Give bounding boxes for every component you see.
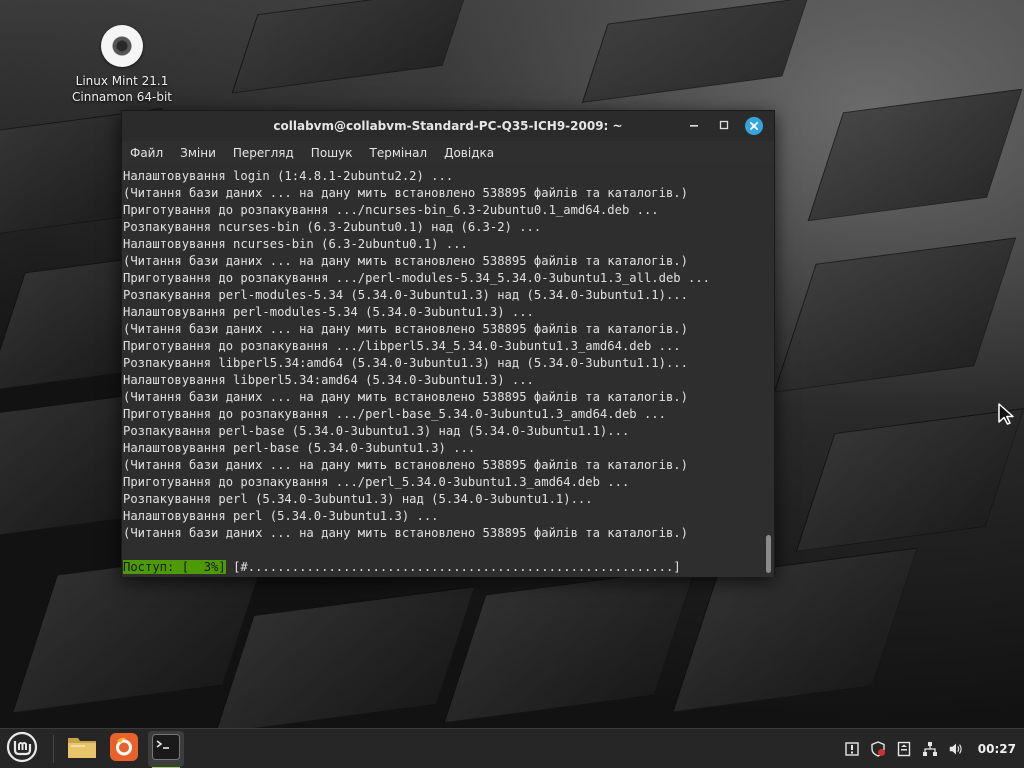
terminal-line: Налаштовування ncurses-bin (6.3-2ubuntu0… — [123, 237, 468, 251]
progress-label: Поступ: [ 3%] — [123, 560, 226, 574]
taskbar-separator — [53, 734, 54, 763]
terminal-line: Розпакування ncurses-bin (6.3-2ubuntu0.1… — [123, 220, 542, 234]
terminal-line: Приготування до розпакування .../perl-ba… — [123, 407, 666, 421]
terminal-line: Налаштовування libperl5.34:amd64 (5.34.0… — [123, 373, 534, 387]
terminal-line: Налаштовування perl-modules-5.34 (5.34.0… — [123, 305, 534, 319]
terminal-line: Налаштовування perl (5.34.0-3ubuntu1.3) … — [123, 509, 439, 523]
window-title: collabvm@collabvm-Standard-PC-Q35-ICH9-2… — [273, 119, 623, 133]
firefox-icon — [110, 732, 138, 765]
taskbar-app-firefox[interactable] — [106, 731, 142, 767]
menu-item-view[interactable]: Перегляд — [233, 146, 294, 160]
taskbar: 00:27 — [0, 728, 1024, 768]
desktop-icon-install-disc[interactable]: Linux Mint 21.1 Cinnamon 64-bit — [62, 22, 182, 105]
removable-drive-icon[interactable] — [896, 741, 912, 757]
scrollbar-thumb[interactable] — [766, 535, 771, 573]
terminal-line: (Читання бази даних ... на дану мить вст… — [123, 186, 688, 200]
start-menu-button[interactable] — [5, 731, 39, 767]
clock[interactable]: 00:27 — [978, 742, 1016, 756]
menu-item-edit[interactable]: Зміни — [180, 146, 216, 160]
close-button[interactable] — [742, 115, 766, 137]
progress-bar: [#......................................… — [225, 560, 681, 574]
terminal-line: Приготування до розпакування .../ncurses… — [123, 203, 659, 217]
terminal-line: Налаштовування perl-base (5.34.0-3ubuntu… — [123, 441, 476, 455]
linux-mint-logo-icon — [6, 731, 38, 767]
terminal-scrollbar[interactable] — [764, 165, 772, 577]
terminal-line: (Читання бази даних ... на дану мить вст… — [123, 458, 688, 472]
terminal-line: (Читання бази даних ... на дану мить вст… — [123, 322, 688, 336]
maximize-button[interactable] — [712, 115, 736, 137]
terminal-line: Розпакування libperl5.34:amd64 (5.34.0-3… — [123, 356, 688, 370]
window-controls — [682, 115, 766, 137]
taskbar-app-terminal[interactable] — [148, 730, 184, 768]
menu-item-terminal[interactable]: Термінал — [370, 146, 428, 160]
terminal-line: Приготування до розпакування .../perl-mo… — [123, 271, 710, 285]
terminal-line: (Читання бази даних ... на дану мить вст… — [123, 390, 688, 404]
menu-bar: Файл Зміни Перегляд Пошук Термінал Довід… — [122, 141, 774, 165]
terminal-line: Розпакування perl-modules-5.34 (5.34.0-3… — [123, 288, 688, 302]
desktop-icon-label-line1: Linux Mint 21.1 — [75, 74, 169, 88]
terminal-line: Налаштовування login (1:4.8.1-2ubuntu2.2… — [123, 169, 454, 183]
shield-icon[interactable] — [870, 741, 886, 757]
terminal-icon — [152, 733, 180, 764]
terminal-window[interactable]: collabvm@collabvm-Standard-PC-Q35-ICH9-2… — [121, 110, 775, 577]
mouse-pointer-icon — [997, 402, 1017, 426]
network-icon[interactable] — [922, 741, 938, 757]
minimize-button[interactable] — [682, 115, 706, 137]
terminal-line: Приготування до розпакування .../perl_5.… — [123, 475, 630, 489]
taskbar-app-files[interactable] — [64, 731, 100, 767]
menu-item-help[interactable]: Довідка — [444, 146, 494, 160]
minimize-icon — [689, 119, 699, 133]
terminal-output[interactable]: Налаштовування login (1:4.8.1-2ubuntu2.2… — [122, 165, 774, 577]
desktop-icon-label-line2: Cinnamon 64-bit — [72, 90, 172, 104]
window-titlebar[interactable]: collabvm@collabvm-Standard-PC-Q35-ICH9-2… — [122, 111, 774, 141]
close-icon — [745, 117, 763, 135]
menu-item-search[interactable]: Пошук — [311, 146, 353, 160]
system-tray: 00:27 — [844, 729, 1016, 768]
update-manager-icon[interactable] — [844, 741, 860, 757]
folder-icon — [67, 734, 97, 764]
terminal-line: Розпакування perl (5.34.0-3ubuntu1.3) на… — [123, 492, 593, 506]
disc-icon — [101, 25, 143, 67]
terminal-line: Розпакування perl-base (5.34.0-3ubuntu1.… — [123, 424, 630, 438]
maximize-icon — [719, 119, 729, 133]
volume-icon[interactable] — [948, 741, 964, 757]
terminal-line: Приготування до розпакування .../libperl… — [123, 339, 681, 353]
menu-item-file[interactable]: Файл — [130, 146, 163, 160]
terminal-line: (Читання бази даних ... на дану мить вст… — [123, 254, 688, 268]
progress-line: Поступ: [ 3%] [#........................… — [123, 559, 774, 576]
terminal-line: (Читання бази даних ... на дану мить вст… — [123, 526, 688, 540]
